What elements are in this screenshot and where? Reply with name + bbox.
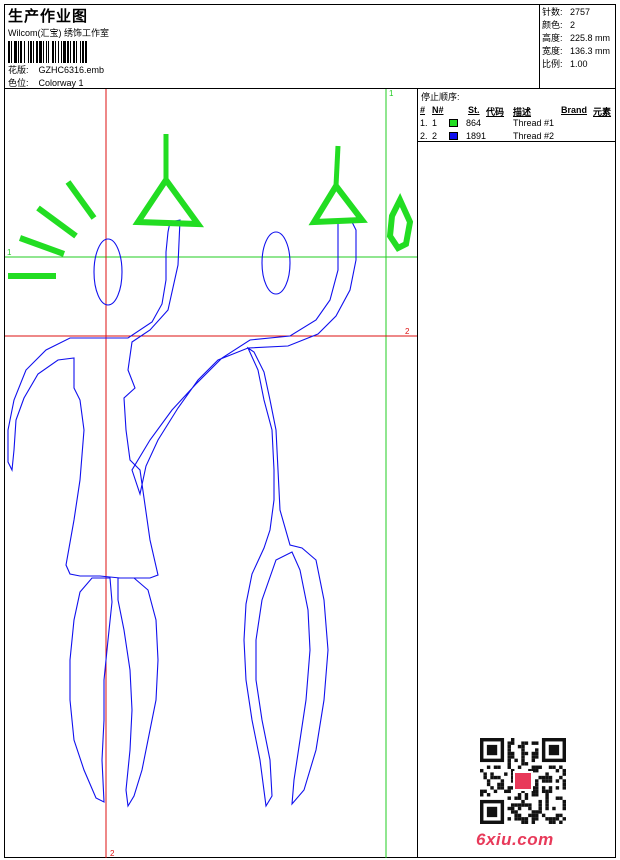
right-figure-outline: [131, 217, 357, 808]
ray-2: [36, 205, 78, 239]
left-leg-right: [117, 577, 159, 808]
watermark-site: 6xiu.com: [476, 830, 554, 849]
left-figure-outline: [7, 219, 181, 808]
triangle-right: [308, 180, 368, 226]
red-h-guide-label: 2: [405, 327, 410, 336]
triangle-left: [132, 174, 205, 228]
red-v-guide-label: 2: [110, 849, 115, 858]
ray-3: [18, 235, 66, 257]
right-leaf: [386, 193, 414, 252]
right-torso-legs: [243, 346, 329, 808]
green-v-guide-label: 1: [389, 89, 394, 98]
ray-1: [65, 180, 97, 220]
left-head: [93, 238, 123, 306]
green-stitch-elements: [8, 134, 414, 279]
qr-code: [480, 738, 566, 824]
green-h-guide-label: 1: [7, 248, 12, 257]
embroidery-canvas: 1 1 2 2: [5, 89, 417, 858]
right-head: [261, 231, 291, 295]
triangle-right-stem: [333, 145, 341, 187]
